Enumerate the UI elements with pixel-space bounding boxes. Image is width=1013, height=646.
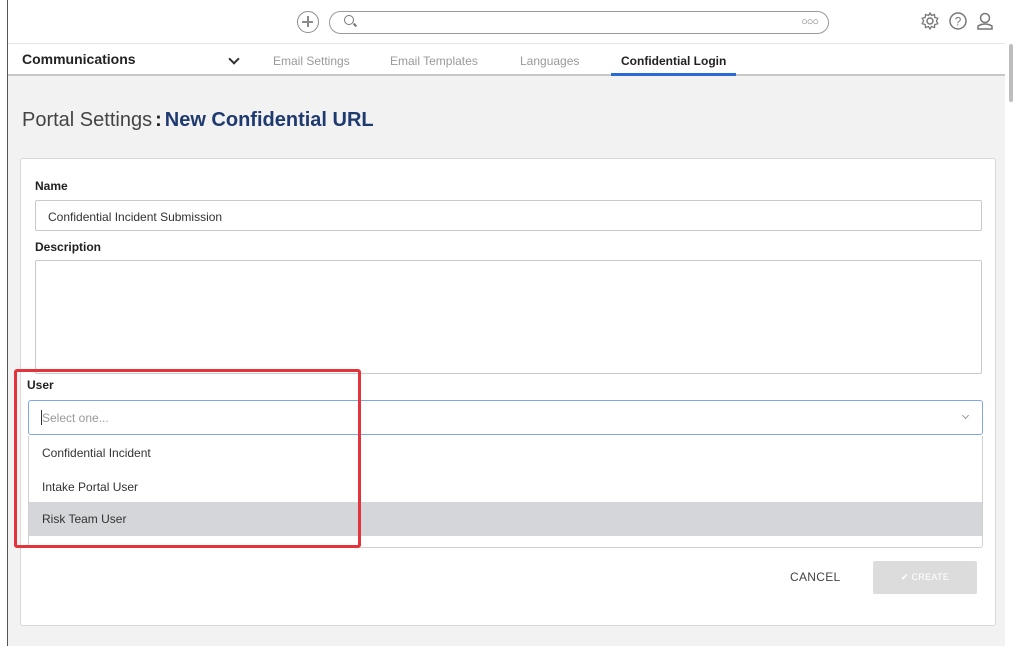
module-nav: Communications Email Settings Email Temp… — [8, 44, 1005, 76]
page-title-main: Portal Settings — [22, 109, 153, 131]
cancel-button[interactable]: CANCEL — [790, 570, 840, 584]
title-separator: : — [155, 109, 162, 131]
name-label: Name — [35, 179, 68, 193]
add-icon[interactable] — [297, 11, 319, 33]
scrollbar[interactable] — [1009, 44, 1013, 102]
gear-icon[interactable] — [919, 11, 941, 33]
help-icon[interactable]: ? — [947, 11, 969, 33]
description-label: Description — [35, 240, 102, 254]
user-icon[interactable] — [974, 11, 996, 33]
top-bar: ○○○ ? — [8, 0, 1005, 44]
create-button[interactable]: ✔ CREATE — [873, 561, 977, 594]
chevron-down-icon[interactable] — [228, 53, 240, 65]
tab-email-templates[interactable]: Email Templates — [390, 54, 478, 68]
tab-confidential-login[interactable]: Confidential Login — [621, 54, 726, 68]
chevron-down-icon[interactable] — [961, 411, 970, 420]
page-title: Portal Settings: New Confidential URL — [22, 109, 374, 132]
tab-email-settings[interactable]: Email Settings — [273, 54, 350, 68]
search-icon — [344, 15, 354, 25]
module-select[interactable]: Communications — [22, 51, 136, 67]
page-subtitle: New Confidential URL — [164, 109, 374, 131]
svg-text:?: ? — [955, 15, 962, 29]
search-input[interactable]: ○○○ — [329, 11, 829, 34]
name-field[interactable]: Confidential Incident Submission — [35, 200, 982, 231]
tab-languages[interactable]: Languages — [520, 54, 579, 68]
ellipsis-icon[interactable]: ○○○ — [801, 16, 819, 28]
active-tab-indicator — [611, 73, 736, 76]
callout-highlight-box — [14, 369, 361, 548]
description-field[interactable] — [35, 260, 982, 374]
